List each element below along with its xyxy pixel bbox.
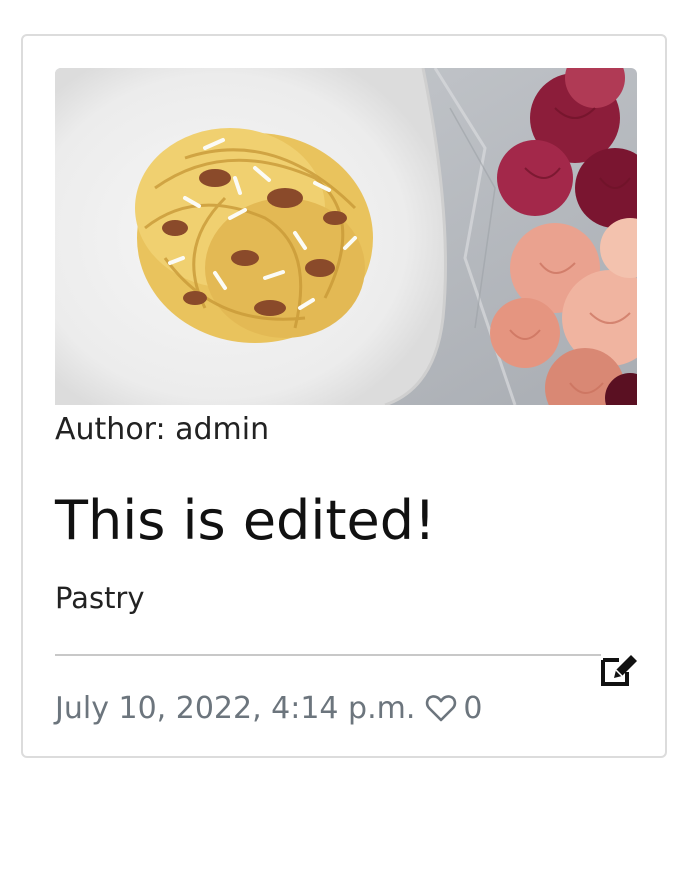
post-image: [55, 68, 637, 405]
edit-post-button[interactable]: [599, 652, 639, 688]
divider: [55, 654, 601, 656]
edit-icon: [601, 655, 637, 686]
post-title[interactable]: This is edited!: [55, 488, 436, 554]
post-meta: July 10, 2022, 4:14 p.m. 0: [55, 686, 483, 730]
like-count: 0: [463, 690, 483, 726]
heart-outline-icon: [426, 695, 457, 722]
post-author: Author: admin: [55, 412, 270, 447]
post-date: July 10, 2022, 4:14 p.m.: [55, 690, 416, 726]
post-card: Author: admin This is edited! Pastry Jul…: [21, 34, 667, 758]
post-category: Pastry: [55, 581, 145, 615]
like-button[interactable]: 0: [425, 690, 483, 726]
